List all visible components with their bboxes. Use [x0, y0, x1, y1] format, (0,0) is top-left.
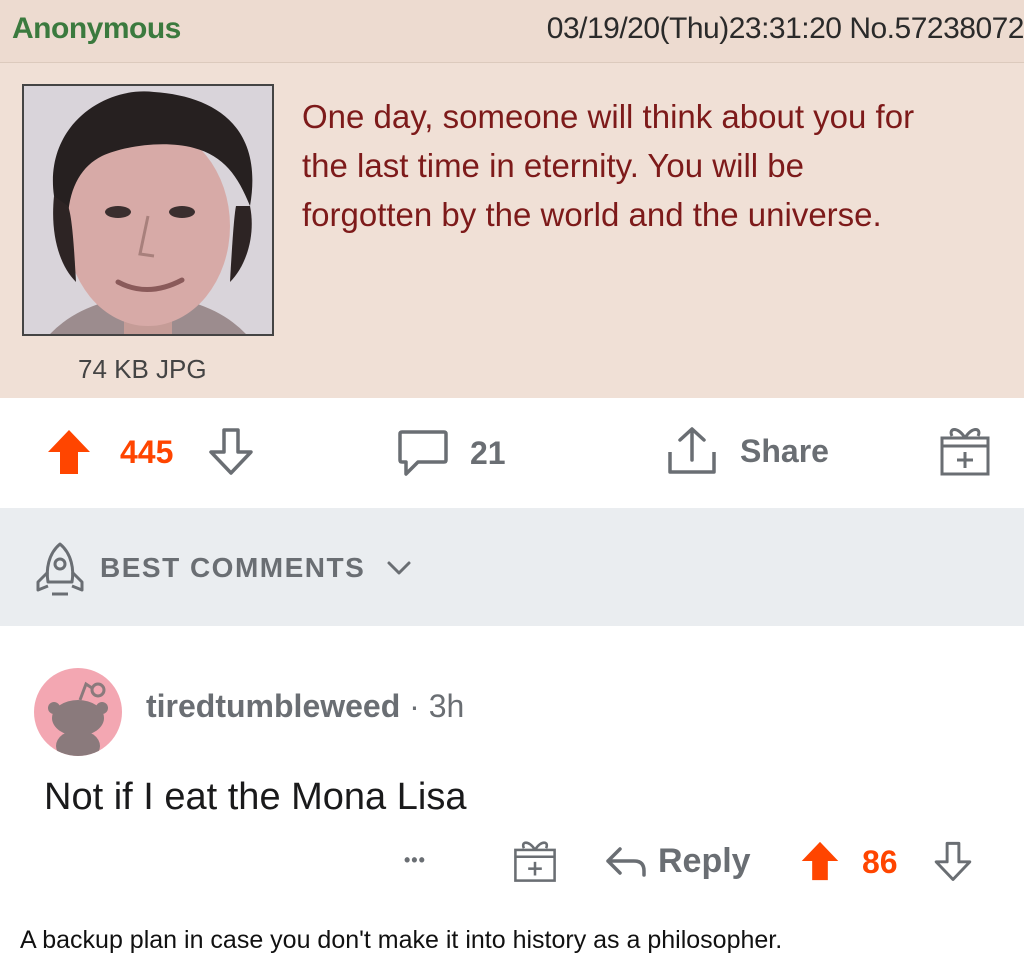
upvote-icon	[48, 430, 90, 474]
comment-body: Not if I eat the Mona Lisa	[44, 776, 467, 818]
comments-button[interactable]: 21	[396, 426, 506, 480]
award-button[interactable]	[938, 424, 992, 478]
share-label: Share	[740, 432, 829, 469]
rocket-icon	[36, 542, 84, 596]
post-header: Anonymous 03/19/20(Thu)23:31:20 No.57238…	[0, 0, 1024, 63]
share-icon	[668, 427, 716, 474]
post-action-bar: 445 21 Share	[0, 398, 1024, 508]
reply-label: Reply	[658, 842, 751, 880]
comment-time: 3h	[428, 688, 465, 724]
file-info: 74 KB JPG	[78, 354, 207, 384]
post-image	[22, 84, 274, 336]
post-text-line: forgotten by the world and the universe.	[302, 196, 882, 233]
post-text: One day, someone will think about you fo…	[302, 92, 1002, 239]
poster-name: Anonymous	[12, 12, 181, 45]
post-meta: 03/19/20(Thu)23:31:20 No.57238072	[546, 12, 1024, 45]
reply-icon	[606, 846, 646, 877]
comment-author[interactable]: tiredtumbleweed	[146, 688, 400, 724]
portrait-image	[24, 86, 272, 334]
comment-award-icon[interactable]	[512, 838, 558, 884]
comment-sort-bar[interactable]: BEST COMMENTS	[0, 508, 1024, 626]
avatar[interactable]	[34, 668, 122, 756]
more-options-button[interactable]: •••	[404, 850, 426, 871]
comment-downvote-icon[interactable]	[932, 840, 974, 882]
snoo-avatar-icon	[48, 681, 108, 756]
chan-post: Anonymous 03/19/20(Thu)23:31:20 No.57238…	[0, 0, 1024, 398]
share-button[interactable]: Share	[666, 426, 829, 476]
comment-separator: ·	[409, 688, 429, 724]
post-text-line: the last time in eternity. You will be	[302, 147, 804, 184]
comment-icon	[398, 430, 448, 476]
reply-button[interactable]: Reply	[604, 842, 751, 881]
sort-label: BEST COMMENTS	[100, 552, 366, 583]
downvote-icon	[209, 428, 253, 475]
post-text-line: One day, someone will think about you fo…	[302, 98, 915, 135]
comment-upvote-icon[interactable]	[800, 840, 840, 882]
award-icon	[940, 428, 990, 476]
upvote-button[interactable]	[46, 428, 92, 476]
upvote-count: 445	[120, 434, 174, 470]
chevron-down-icon	[387, 561, 411, 575]
caption-text: A backup plan in case you don't make it …	[20, 926, 783, 954]
comment-header: tiredtumbleweed · 3h	[146, 688, 464, 725]
comment-vote-count: 86	[862, 844, 898, 880]
comment-count: 21	[470, 434, 506, 471]
downvote-button[interactable]	[206, 426, 256, 476]
